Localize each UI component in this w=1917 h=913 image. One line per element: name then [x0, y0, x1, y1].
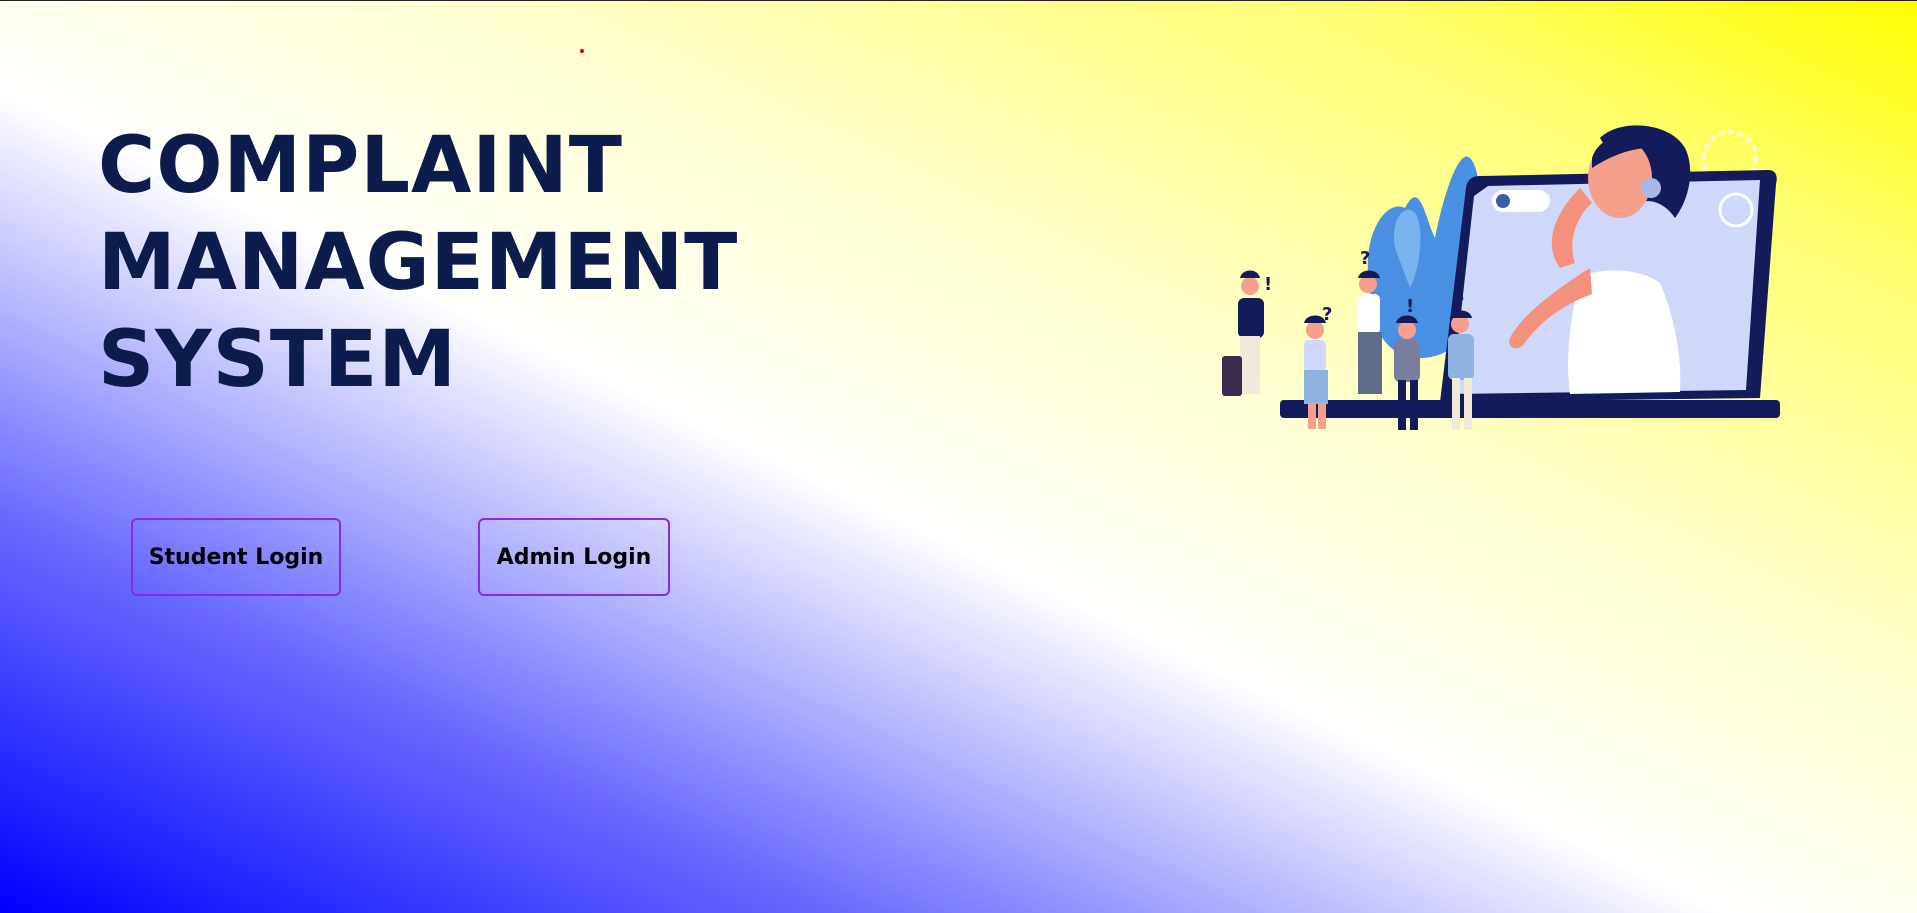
question-mark: ?	[1322, 304, 1332, 325]
title-line-1: COMPLAINT	[98, 121, 623, 211]
question-mark: ?	[1454, 292, 1464, 313]
exclamation-mark: !	[1264, 274, 1272, 295]
exclamation-mark: !	[1406, 296, 1414, 317]
person-1: !	[1222, 270, 1272, 396]
headset-icon	[1641, 178, 1661, 198]
student-login-button[interactable]: Student Login	[131, 518, 341, 596]
red-dot-marker	[580, 49, 584, 53]
caller-avatar-icon	[1496, 194, 1510, 208]
top-border-line	[0, 0, 1917, 1]
customer-support-illustration: ! ? ? ! ?	[1222, 125, 1780, 430]
laptop-base	[1280, 400, 1780, 418]
page-title: COMPLAINT MANAGEMENT SYSTEM	[98, 118, 738, 409]
admin-login-button[interactable]: Admin Login	[478, 518, 670, 596]
title-line-3: SYSTEM	[98, 315, 457, 405]
question-mark: ?	[1360, 248, 1370, 269]
title-line-2: MANAGEMENT	[98, 218, 739, 308]
